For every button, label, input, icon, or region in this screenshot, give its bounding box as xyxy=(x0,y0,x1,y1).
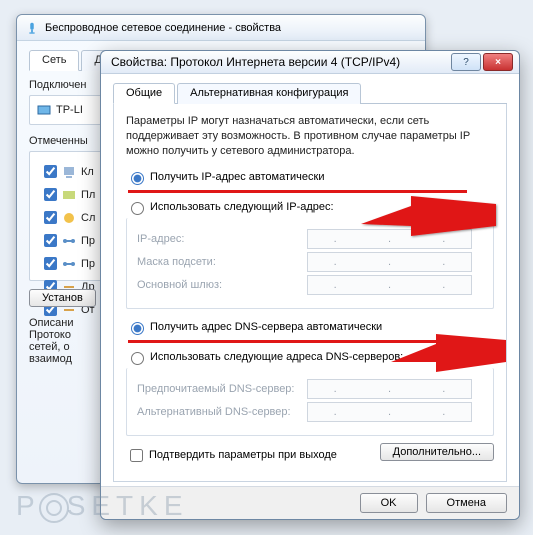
radio-label: Получить адрес DNS-сервера автоматически xyxy=(150,321,382,333)
cancel-button[interactable]: Отмена xyxy=(426,493,507,513)
front-title: Свойства: Протокол Интернета версии 4 (T… xyxy=(111,55,449,69)
install-button[interactable]: Установ xyxy=(29,289,96,307)
back-titlebar[interactable]: Беспроводное сетевое соединение - свойст… xyxy=(17,15,425,41)
watermark: PSETKE xyxy=(16,490,189,523)
front-tabs: Общие Альтернативная конфигурация xyxy=(113,82,507,104)
adapter-name: TP-LI xyxy=(56,104,83,116)
ip-fields-group: IP-адрес: ... Маска подсети: ... Основно… xyxy=(126,218,494,309)
field-dns-alt: Альтернативный DNS-сервер: ... xyxy=(137,402,483,422)
scheduler-icon xyxy=(61,187,77,203)
radio-label: Получить IP-адрес автоматически xyxy=(150,171,324,183)
network-icon xyxy=(25,21,39,35)
confirm-checkbox[interactable] xyxy=(130,449,143,462)
back-title: Беспроводное сетевое соединение - свойст… xyxy=(45,22,281,34)
help-button[interactable]: ? xyxy=(451,53,481,71)
checkbox[interactable] xyxy=(44,211,57,224)
protocol-icon xyxy=(61,233,77,249)
radio-dns-auto[interactable]: Получить адрес DNS-сервера автоматически xyxy=(126,319,494,335)
advanced-button[interactable]: Дополнительно... xyxy=(380,443,494,461)
tab-network[interactable]: Сеть xyxy=(29,50,79,71)
general-panel: Параметры IP могут назначаться автоматич… xyxy=(113,104,507,482)
field-mask: Маска подсети: ... xyxy=(137,252,483,272)
radio-ip-auto[interactable]: Получить IP-адрес автоматически xyxy=(126,169,494,185)
ok-button[interactable]: OK xyxy=(360,493,418,513)
gateway-input[interactable]: ... xyxy=(307,275,472,295)
radio-input[interactable] xyxy=(131,352,144,365)
dns-pref-input[interactable]: ... xyxy=(307,379,472,399)
confirm-label: Подтвердить параметры при выходе xyxy=(149,449,337,461)
highlight-underline xyxy=(128,340,467,343)
checkbox[interactable] xyxy=(44,234,57,247)
field-ip: IP-адрес: ... xyxy=(137,229,483,249)
protocol-icon xyxy=(61,256,77,272)
dns-fields-group: Предпочитаемый DNS-сервер: ... Альтернат… xyxy=(126,368,494,436)
radio-input[interactable] xyxy=(131,172,144,185)
front-titlebar[interactable]: Свойства: Протокол Интернета версии 4 (T… xyxy=(101,51,519,74)
radio-dns-manual[interactable]: Использовать следующие адреса DNS-сервер… xyxy=(126,349,494,365)
ipv4-properties-dialog: Свойства: Протокол Интернета версии 4 (T… xyxy=(100,50,520,520)
radio-label: Использовать следующие адреса DNS-сервер… xyxy=(150,351,403,363)
tab-alt-config[interactable]: Альтернативная конфигурация xyxy=(177,83,361,104)
radio-input[interactable] xyxy=(131,202,144,215)
close-button[interactable]: × xyxy=(483,53,513,71)
highlight-underline xyxy=(128,190,467,193)
ring-icon xyxy=(39,493,69,523)
ip-input[interactable]: ... xyxy=(307,229,472,249)
field-gateway: Основной шлюз: ... xyxy=(137,275,483,295)
radio-label: Использовать следующий IP-адрес: xyxy=(150,201,334,213)
checkbox[interactable] xyxy=(44,257,57,270)
checkbox[interactable] xyxy=(44,165,57,178)
service-icon xyxy=(61,210,77,226)
dns-alt-input[interactable]: ... xyxy=(307,402,472,422)
panel-description: Параметры IP могут назначаться автоматич… xyxy=(126,114,494,159)
tab-general[interactable]: Общие xyxy=(113,83,175,104)
radio-ip-manual[interactable]: Использовать следующий IP-адрес: xyxy=(126,199,494,215)
mask-input[interactable]: ... xyxy=(307,252,472,272)
client-icon xyxy=(61,164,77,180)
adapter-icon xyxy=(36,102,52,118)
field-dns-pref: Предпочитаемый DNS-сервер: ... xyxy=(137,379,483,399)
checkbox[interactable] xyxy=(44,188,57,201)
radio-input[interactable] xyxy=(131,322,144,335)
